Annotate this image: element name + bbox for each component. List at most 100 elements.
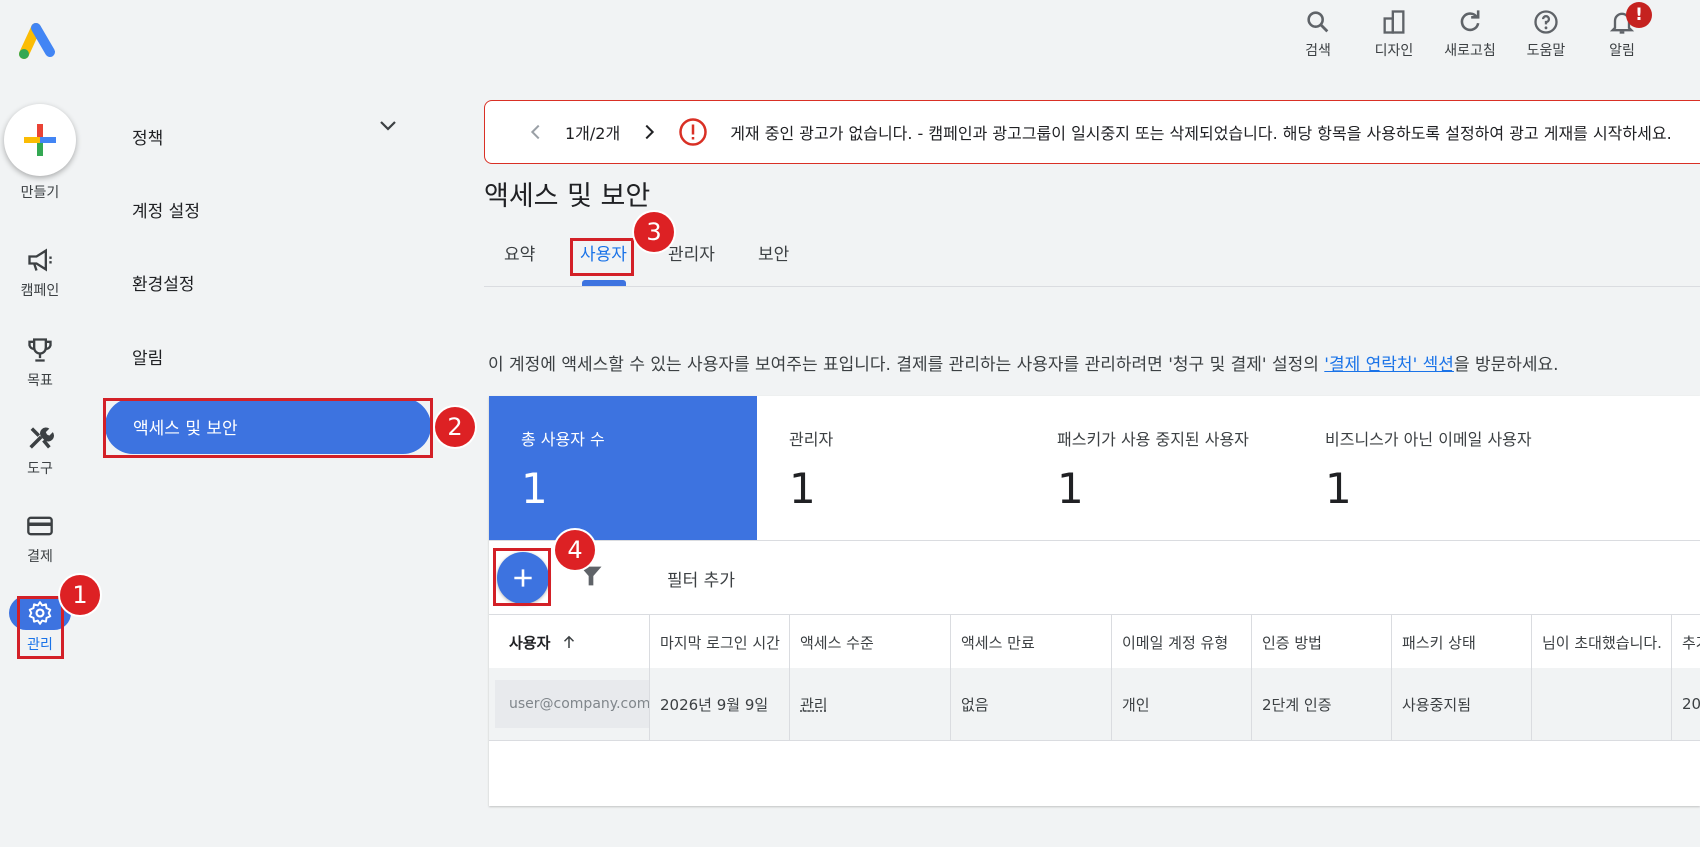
error-icon <box>679 118 707 146</box>
desc-text-end: 을 방문하세요. <box>1453 355 1559 375</box>
notification-badge: ! <box>1626 2 1652 28</box>
stat-label: 관리자 <box>789 430 834 449</box>
google-ads-logo <box>19 23 55 59</box>
search-icon <box>1307 11 1329 33</box>
column-header-last-login[interactable]: 마지막 로그인 시간 <box>650 615 790 669</box>
notifications-label: 알림 <box>1609 43 1635 59</box>
cell-email-type: 개인 <box>1112 668 1252 740</box>
tab-security[interactable]: 보안 <box>758 240 789 265</box>
callout-2: 2 <box>435 407 475 447</box>
cell-access-level: 관리 <box>790 668 951 740</box>
stat-value: 1 <box>1057 464 1084 513</box>
notifications-button[interactable]: 알림 ! <box>1584 2 1660 60</box>
refresh-icon <box>1460 10 1480 32</box>
cell-added: 20 <box>1682 695 1700 713</box>
refresh-button[interactable]: 새로고침 <box>1432 8 1508 60</box>
tab-summary[interactable]: 요약 <box>504 240 535 265</box>
tab-managers[interactable]: 관리자 <box>668 240 715 265</box>
cell-last-login: 2026년 9월 9일 <box>650 668 790 740</box>
add-filter-button[interactable]: 필터 추가 <box>667 566 735 591</box>
page-title: 액세스 및 보안 <box>484 181 651 212</box>
column-header-invited-by[interactable]: 님이 초대했습니다. <box>1532 615 1672 669</box>
table-header: 사용자 마지막 로그인 시간 액세스 수준 액세스 만료 이메일 계정 유형 인… <box>489 614 1700 670</box>
trophy-icon <box>28 338 52 362</box>
chevron-left-icon[interactable] <box>525 121 547 143</box>
cell-passkey-status: 사용중지됨 <box>1392 668 1532 740</box>
help-button[interactable]: 도움말 <box>1508 8 1584 60</box>
subnav-item-preferences[interactable]: 환경설정 <box>132 270 195 295</box>
refresh-label: 새로고침 <box>1444 43 1496 59</box>
callout-3: 3 <box>634 212 674 252</box>
divider <box>489 540 1700 541</box>
cell-invited-by <box>1532 668 1672 740</box>
column-header-user[interactable]: 사용자 <box>489 615 650 669</box>
rail-item-tools[interactable]: 도구 <box>0 424 80 478</box>
subnav-item-account-settings[interactable]: 계정 설정 <box>132 197 200 222</box>
subnav-item-policy[interactable]: 정책 <box>132 124 163 149</box>
create-label: 만들기 <box>20 185 60 201</box>
tools-icon <box>29 427 54 449</box>
cell-access-expiry: 없음 <box>951 668 1112 740</box>
stat-value: 1 <box>789 464 816 513</box>
subnav-item-access-security[interactable]: 액세스 및 보안 <box>105 398 431 454</box>
user-email[interactable]: user@company.com <box>495 680 649 728</box>
stat-passkey-disabled[interactable]: 패스키가 사용 중지된 사용자 1 <box>1025 396 1293 540</box>
gear-icon <box>28 601 52 625</box>
column-header-auth-method[interactable]: 인증 방법 <box>1252 615 1392 669</box>
rail-item-billing[interactable]: 결제 <box>0 512 80 566</box>
active-tab-indicator <box>582 280 626 286</box>
alert-pager: 1개/2개 <box>565 124 621 143</box>
stat-value: 1 <box>521 464 548 513</box>
rail-item-campaigns[interactable]: 캠페인 <box>0 246 80 300</box>
top-toolbar: 검색 디자인 새로고침 도움말 알림 ! <box>1280 2 1660 60</box>
stat-non-business-email[interactable]: 비즈니스가 아닌 이메일 사용자 1 <box>1293 396 1561 540</box>
callout-4: 4 <box>555 530 595 570</box>
chevron-down-icon[interactable] <box>376 114 400 138</box>
arrow-up-icon <box>564 635 575 648</box>
column-header-access-level[interactable]: 액세스 수준 <box>790 615 951 669</box>
stat-label: 총 사용자 수 <box>521 430 605 449</box>
stat-value: 1 <box>1325 464 1352 513</box>
search-label: 검색 <box>1305 43 1331 59</box>
rail-label-campaigns: 캠페인 <box>20 283 60 299</box>
help-icon <box>1534 10 1558 34</box>
stat-label: 비즈니스가 아닌 이메일 사용자 <box>1325 430 1532 449</box>
alert-message: 게재 중인 광고가 없습니다. - 캠페인과 광고그룹이 일시중지 또는 삭제되… <box>730 124 1672 143</box>
design-label: 디자인 <box>1374 43 1414 59</box>
help-label: 도움말 <box>1526 43 1566 59</box>
desc-text: 이 계정에 액세스할 수 있는 사용자를 보여주는 표입니다. 결제를 관리하는… <box>488 355 1325 375</box>
column-header-added[interactable]: 추가 <box>1672 615 1700 669</box>
plus-icon <box>514 569 532 587</box>
rail-label-admin: 관리 <box>27 637 53 653</box>
cell-auth-method: 2단계 인증 <box>1252 668 1392 740</box>
column-header-passkey-status[interactable]: 패스키 상태 <box>1392 615 1532 669</box>
callout-1: 1 <box>60 575 100 615</box>
rail-item-goals[interactable]: 목표 <box>0 336 80 390</box>
cell-user: user@company.com <box>489 668 650 740</box>
rail-label-goals: 목표 <box>27 373 53 389</box>
table-row[interactable]: user@company.com 2026년 9월 9일 관리 없음 개인 2단… <box>489 668 1700 741</box>
subnav-item-notifications[interactable]: 알림 <box>132 344 163 369</box>
alert-banner: 1개/2개 게재 중인 광고가 없습니다. - 캠페인과 광고그룹이 일시중지 … <box>484 100 1700 164</box>
stat-total-users[interactable]: 총 사용자 수 1 <box>489 396 757 540</box>
create-button[interactable] <box>4 104 76 176</box>
design-button[interactable]: 디자인 <box>1356 8 1432 60</box>
access-level-value[interactable]: 관리 <box>800 694 828 715</box>
plus-icon <box>24 124 56 156</box>
rail-label-billing: 결제 <box>27 549 53 565</box>
column-header-label: 사용자 <box>509 633 551 652</box>
design-icon <box>1383 10 1405 34</box>
megaphone-icon <box>28 248 52 272</box>
billing-contact-link[interactable]: '결제 연락처' 섹션 <box>1324 355 1454 375</box>
tab-users[interactable]: 사용자 <box>580 240 627 265</box>
rail-label-tools: 도구 <box>27 461 53 477</box>
column-header-email-type[interactable]: 이메일 계정 유형 <box>1112 615 1252 669</box>
search-button[interactable]: 검색 <box>1280 8 1356 60</box>
stat-managers[interactable]: 관리자 1 <box>757 396 1025 540</box>
credit-card-icon <box>27 516 53 536</box>
column-header-access-expiry[interactable]: 액세스 만료 <box>951 615 1112 669</box>
add-user-button[interactable] <box>497 552 549 604</box>
users-card: 총 사용자 수 1 관리자 1 패스키가 사용 중지된 사용자 1 비즈니스가 … <box>489 396 1700 806</box>
chevron-right-icon[interactable] <box>638 121 660 143</box>
stat-label: 패스키가 사용 중지된 사용자 <box>1057 430 1249 449</box>
